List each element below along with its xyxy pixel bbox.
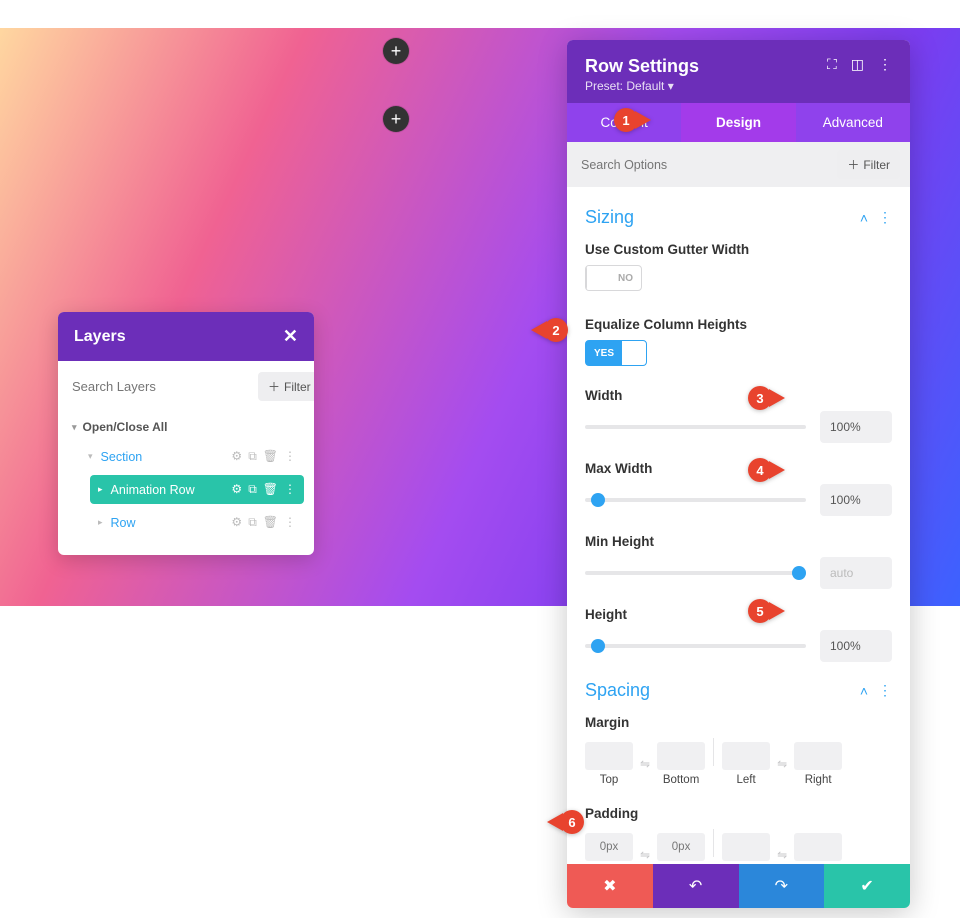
trash-icon[interactable]: 🗑	[263, 515, 278, 530]
margin-left-input[interactable]	[722, 742, 770, 770]
layer-item-section[interactable]: ▾ Section ⚙ ⧉ 🗑 ⋮	[80, 442, 304, 471]
trash-icon[interactable]: 🗑	[263, 449, 278, 464]
margin-bottom-input[interactable]	[657, 742, 705, 770]
settings-search-row: ＋Filter	[567, 142, 910, 187]
annotation-marker-1: 1	[614, 108, 651, 132]
min-height-label: Min Height	[585, 534, 892, 549]
max-width-label: Max Width	[585, 461, 892, 476]
gutter-toggle[interactable]: NO	[585, 265, 642, 291]
save-button[interactable]: ✔	[824, 864, 910, 908]
width-label: Width	[585, 388, 892, 403]
padding-label: Padding	[585, 806, 892, 821]
redo-button[interactable]: ↷	[739, 864, 825, 908]
tab-design[interactable]: Design	[681, 103, 795, 142]
add-section-button-top[interactable]: +	[383, 38, 409, 64]
trash-icon[interactable]: 🗑	[263, 482, 278, 497]
tab-advanced[interactable]: Advanced	[796, 103, 910, 142]
margin-label: Margin	[585, 715, 892, 730]
layers-search-input[interactable]	[68, 371, 252, 402]
layers-panel: Layers ✕ ＋Filter Open/Close All ▾ Sectio…	[58, 312, 314, 555]
chevron-right-icon: ▸	[98, 484, 103, 495]
chevron-up-icon[interactable]: ˄	[860, 210, 868, 226]
max-width-slider[interactable]	[585, 498, 806, 502]
annotation-marker-2: 2	[531, 318, 568, 342]
duplicate-icon[interactable]: ⧉	[248, 482, 257, 497]
link-icon[interactable]: ⇋	[639, 848, 651, 862]
layers-search-row: ＋Filter	[58, 361, 314, 412]
padding-bottom-input[interactable]	[657, 833, 705, 861]
annotation-marker-6: 6	[547, 810, 584, 834]
spacing-section-header[interactable]: Spacing ˄ ⋮	[585, 680, 892, 701]
padding-left-input[interactable]	[722, 833, 770, 861]
link-icon[interactable]: ⇋	[639, 757, 651, 771]
chevron-up-icon[interactable]: ˄	[860, 683, 868, 699]
gear-icon[interactable]: ⚙	[231, 482, 242, 497]
padding-right-input[interactable]	[794, 833, 842, 861]
expand-icon[interactable]: ⛶	[827, 56, 837, 73]
link-icon[interactable]: ⇋	[776, 757, 788, 771]
undo-button[interactable]: ↶	[653, 864, 739, 908]
preset-dropdown[interactable]: Preset: Default ▾	[585, 79, 699, 93]
duplicate-icon[interactable]: ⧉	[248, 515, 257, 530]
more-icon[interactable]: ⋮	[284, 449, 296, 464]
equalize-toggle[interactable]: YES	[585, 340, 647, 366]
min-height-value-input[interactable]: auto	[820, 557, 892, 589]
cancel-button[interactable]: ✖	[567, 864, 653, 908]
more-icon[interactable]: ⋮	[284, 515, 296, 530]
gear-icon[interactable]: ⚙	[231, 515, 242, 530]
duplicate-icon[interactable]: ⧉	[248, 449, 257, 464]
divider	[713, 738, 714, 766]
height-value-input[interactable]: 100%	[820, 630, 892, 662]
link-icon[interactable]: ⇋	[776, 848, 788, 862]
more-icon[interactable]: ⋮	[284, 482, 296, 497]
chevron-down-icon: ▾	[668, 79, 674, 93]
annotation-marker-5: 5	[748, 599, 785, 623]
row-settings-panel: Row Settings Preset: Default ▾ ⛶ ◫ ⋮ Con…	[567, 40, 910, 908]
close-icon[interactable]: ✕	[283, 326, 298, 347]
settings-header: Row Settings Preset: Default ▾ ⛶ ◫ ⋮	[567, 40, 910, 103]
add-section-button-lower[interactable]: +	[383, 106, 409, 132]
settings-footer: ✖ ↶ ↷ ✔	[567, 864, 910, 908]
max-width-value-input[interactable]: 100%	[820, 484, 892, 516]
width-slider[interactable]	[585, 425, 806, 429]
height-slider[interactable]	[585, 644, 806, 648]
margin-top-input[interactable]	[585, 742, 633, 770]
padding-top-input[interactable]	[585, 833, 633, 861]
layers-filter-button[interactable]: ＋Filter	[258, 372, 314, 401]
layer-item-animation-row[interactable]: ▸ Animation Row ⚙ ⧉ 🗑 ⋮	[90, 475, 304, 504]
sizing-section-header[interactable]: Sizing ˄ ⋮	[585, 207, 892, 228]
annotation-marker-3: 3	[748, 386, 785, 410]
layers-title: Layers	[74, 328, 126, 346]
gear-icon[interactable]: ⚙	[231, 449, 242, 464]
height-label: Height	[585, 607, 892, 622]
more-icon[interactable]: ⋮	[878, 209, 892, 226]
divider	[713, 829, 714, 857]
annotation-marker-4: 4	[748, 458, 785, 482]
width-value-input[interactable]: 100%	[820, 411, 892, 443]
more-icon[interactable]: ⋮	[878, 56, 892, 73]
min-height-slider[interactable]	[585, 571, 806, 575]
layer-item-row[interactable]: ▸ Row ⚙ ⧉ 🗑 ⋮	[90, 508, 304, 537]
equalize-label: Equalize Column Heights	[585, 317, 892, 332]
margin-right-input[interactable]	[794, 742, 842, 770]
snap-icon[interactable]: ◫	[851, 56, 864, 73]
layers-header: Layers ✕	[58, 312, 314, 361]
settings-search-input[interactable]	[577, 152, 831, 178]
chevron-down-icon: ▾	[88, 451, 93, 462]
settings-title: Row Settings	[585, 56, 699, 77]
settings-filter-button[interactable]: ＋Filter	[837, 150, 900, 179]
open-close-all-toggle[interactable]: Open/Close All	[58, 412, 314, 442]
gutter-label: Use Custom Gutter Width	[585, 242, 892, 257]
chevron-right-icon: ▸	[98, 517, 103, 528]
more-icon[interactable]: ⋮	[878, 682, 892, 699]
